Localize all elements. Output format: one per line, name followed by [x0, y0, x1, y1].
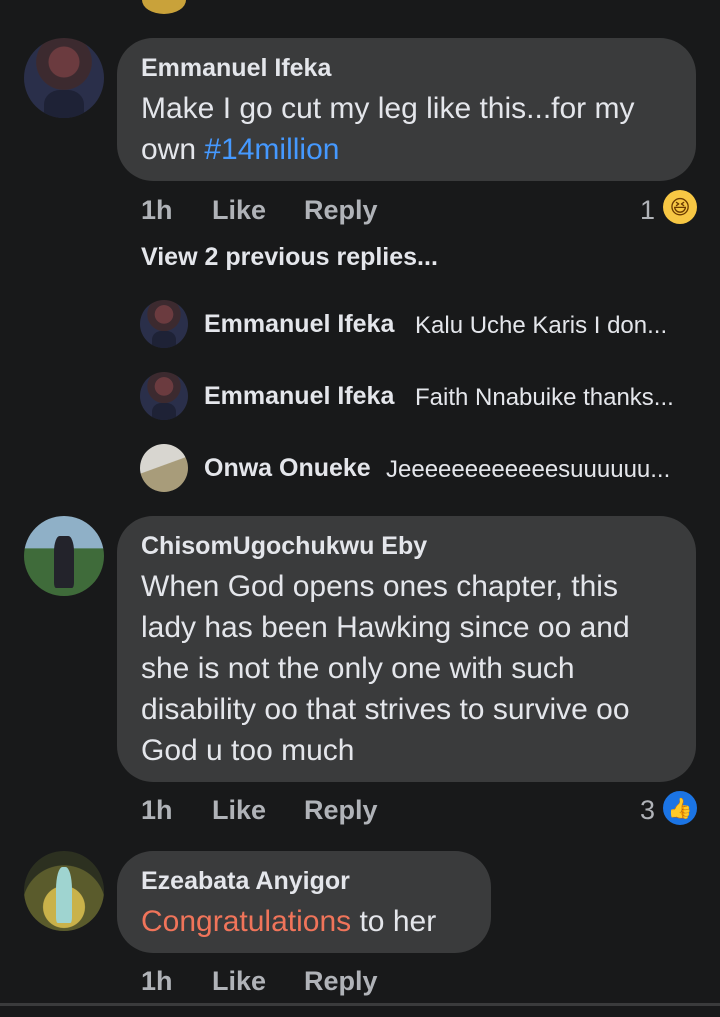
comment-author[interactable]: Ezeabata Anyigor: [141, 867, 350, 896]
comment-ezeabata: Ezeabata Anyigor Congratulations to her …: [0, 0, 720, 1010]
divider: [0, 1003, 720, 1006]
avatar[interactable]: [24, 851, 104, 931]
like-button[interactable]: Like: [212, 966, 266, 997]
comment-time[interactable]: 1h: [141, 966, 173, 997]
comment-text: Congratulations to her: [141, 901, 436, 942]
highlighted-keyword[interactable]: Congratulations: [141, 905, 351, 938]
reply-button[interactable]: Reply: [304, 966, 378, 997]
comment-text-rest: to her: [351, 905, 437, 938]
